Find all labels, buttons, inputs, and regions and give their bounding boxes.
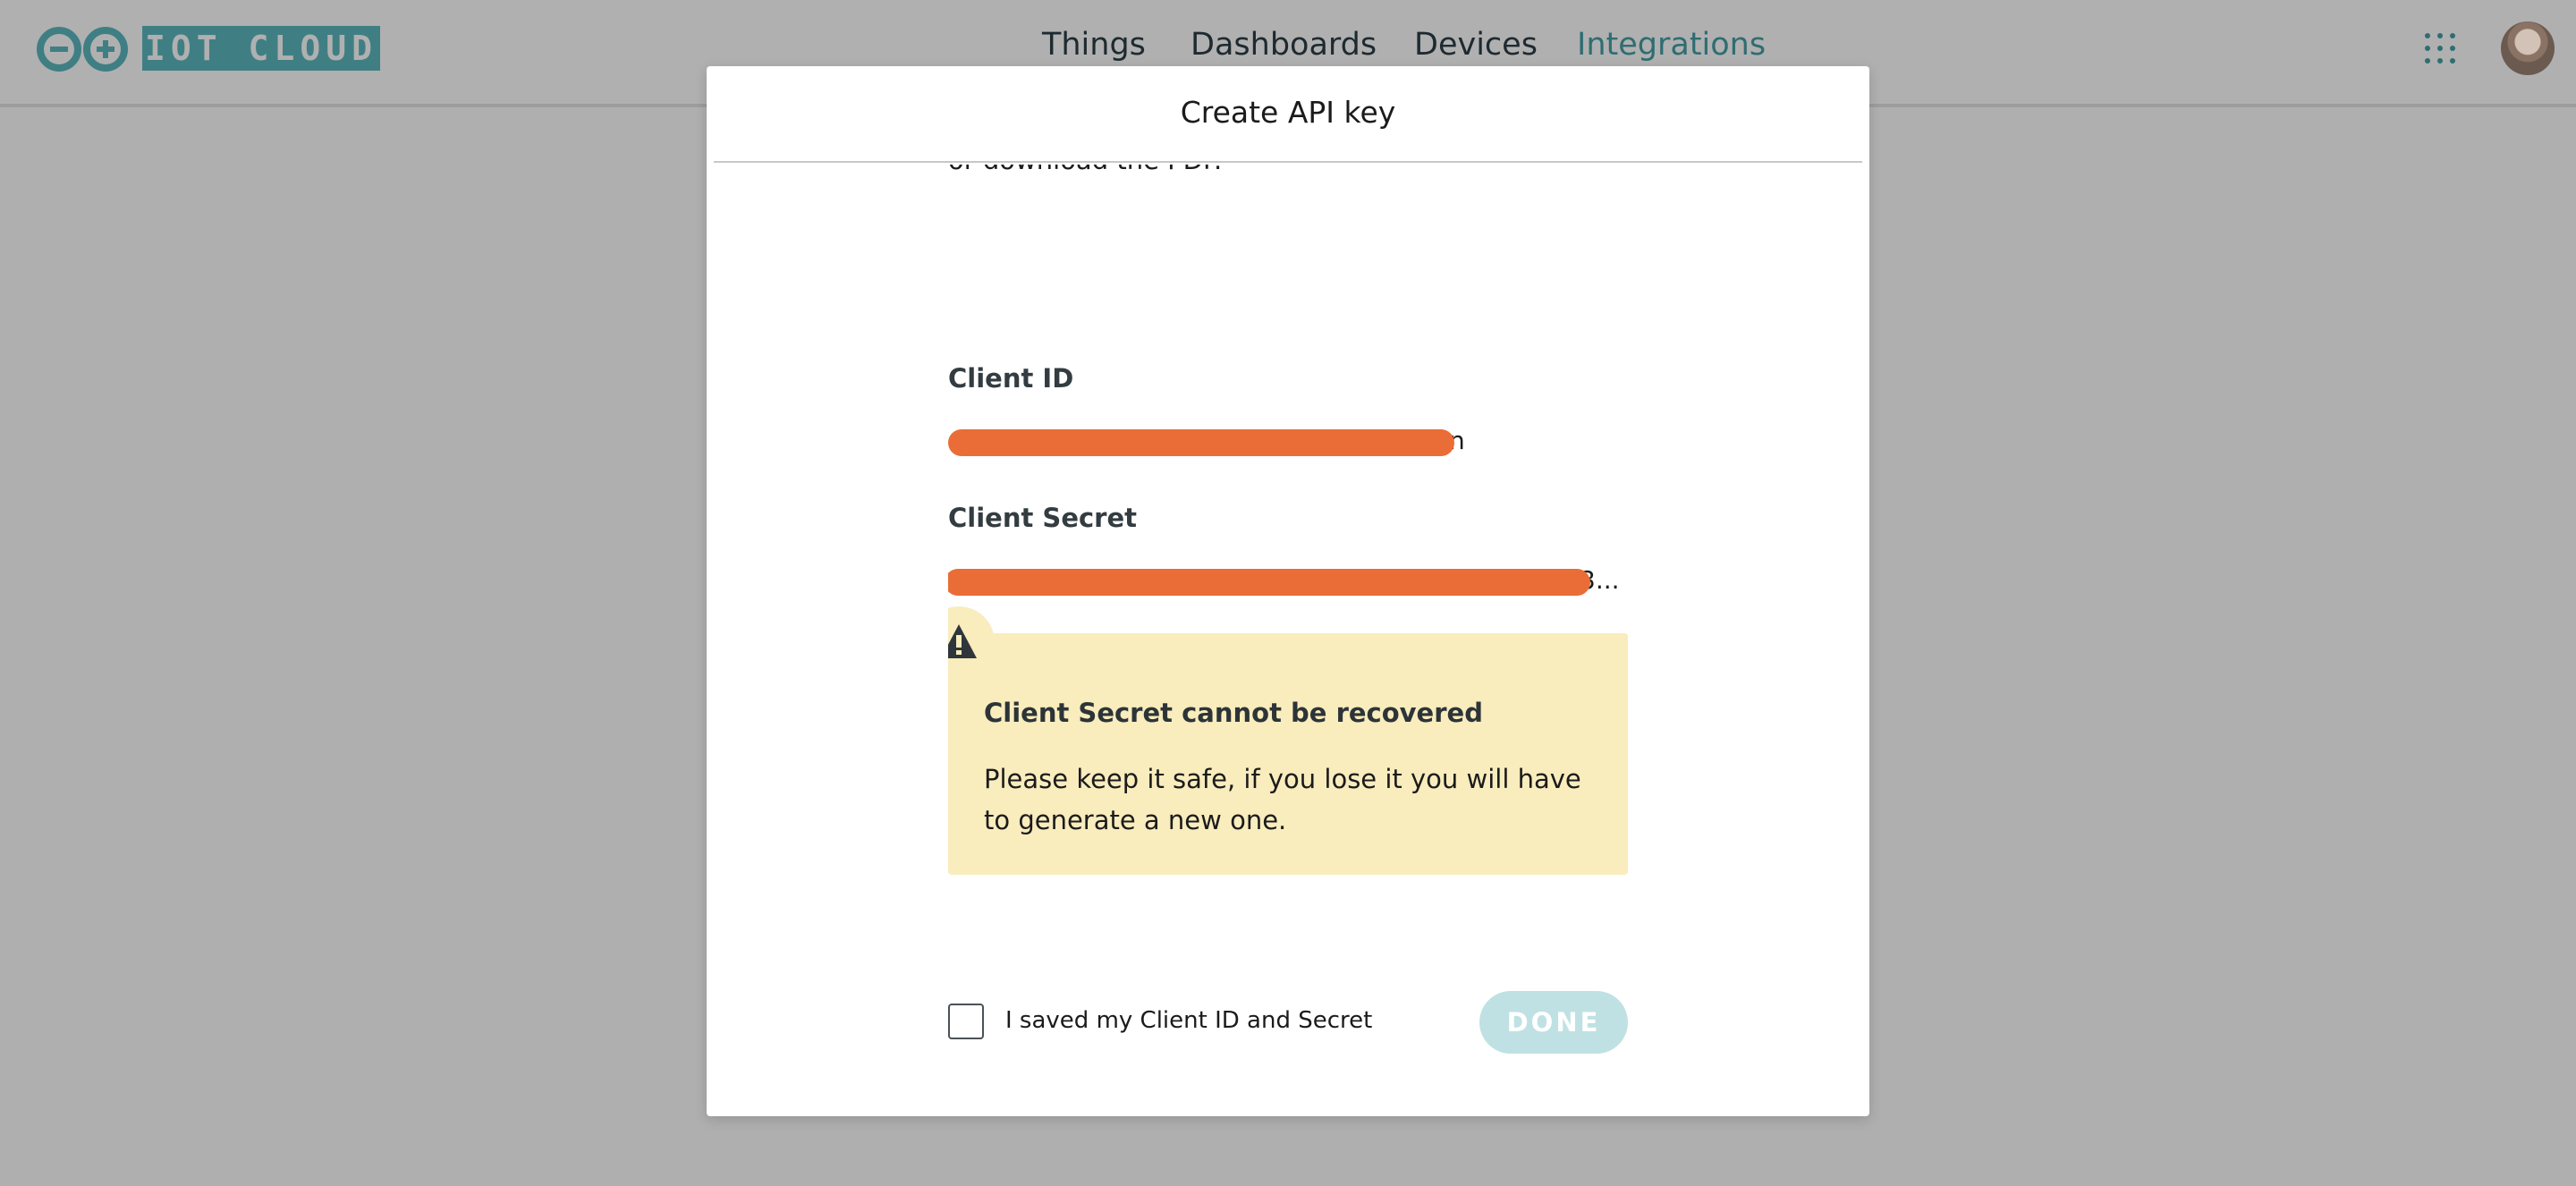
nav-dashboards[interactable]: Dashboards [1191, 27, 1377, 63]
client-id-label: Client ID [948, 363, 1074, 394]
brand-logo-text[interactable]: IOT CLOUD [142, 26, 380, 71]
arduino-logo-icon[interactable] [36, 26, 129, 72]
modal-title: Create API key [1180, 95, 1396, 130]
grid-icon[interactable] [2424, 32, 2456, 64]
warning-title: Client Secret cannot be recovered [984, 698, 1483, 728]
saved-confirmation-label[interactable]: I saved my Client ID and Secret [1005, 1007, 1372, 1034]
intro-text: ID and a Client Secret, please copy and … [948, 165, 1628, 181]
client-id-redaction [948, 429, 1454, 456]
modal-content[interactable]: ID and a Client Secret, please copy and … [948, 165, 1628, 1095]
create-api-key-modal: Create API key ID and a Client Secret, p… [707, 66, 1869, 1116]
nav-devices[interactable]: Devices [1414, 27, 1538, 63]
warning-icon [948, 624, 977, 658]
warning-body: Please keep it safe, if you lose it you … [984, 764, 1581, 835]
client-secret-label: Client Secret [948, 503, 1138, 533]
nav-integrations[interactable]: Integrations [1577, 27, 1766, 63]
modal-divider [714, 161, 1862, 163]
warning-box: Client Secret cannot be recovered Please… [948, 633, 1628, 875]
client-secret-redaction [948, 569, 1590, 596]
done-button[interactable]: DONE [1479, 991, 1628, 1054]
nav-things[interactable]: Things [1042, 27, 1146, 63]
warning-badge [948, 606, 995, 678]
user-avatar[interactable] [2501, 21, 2555, 75]
saved-confirmation-checkbox[interactable] [948, 1004, 984, 1039]
